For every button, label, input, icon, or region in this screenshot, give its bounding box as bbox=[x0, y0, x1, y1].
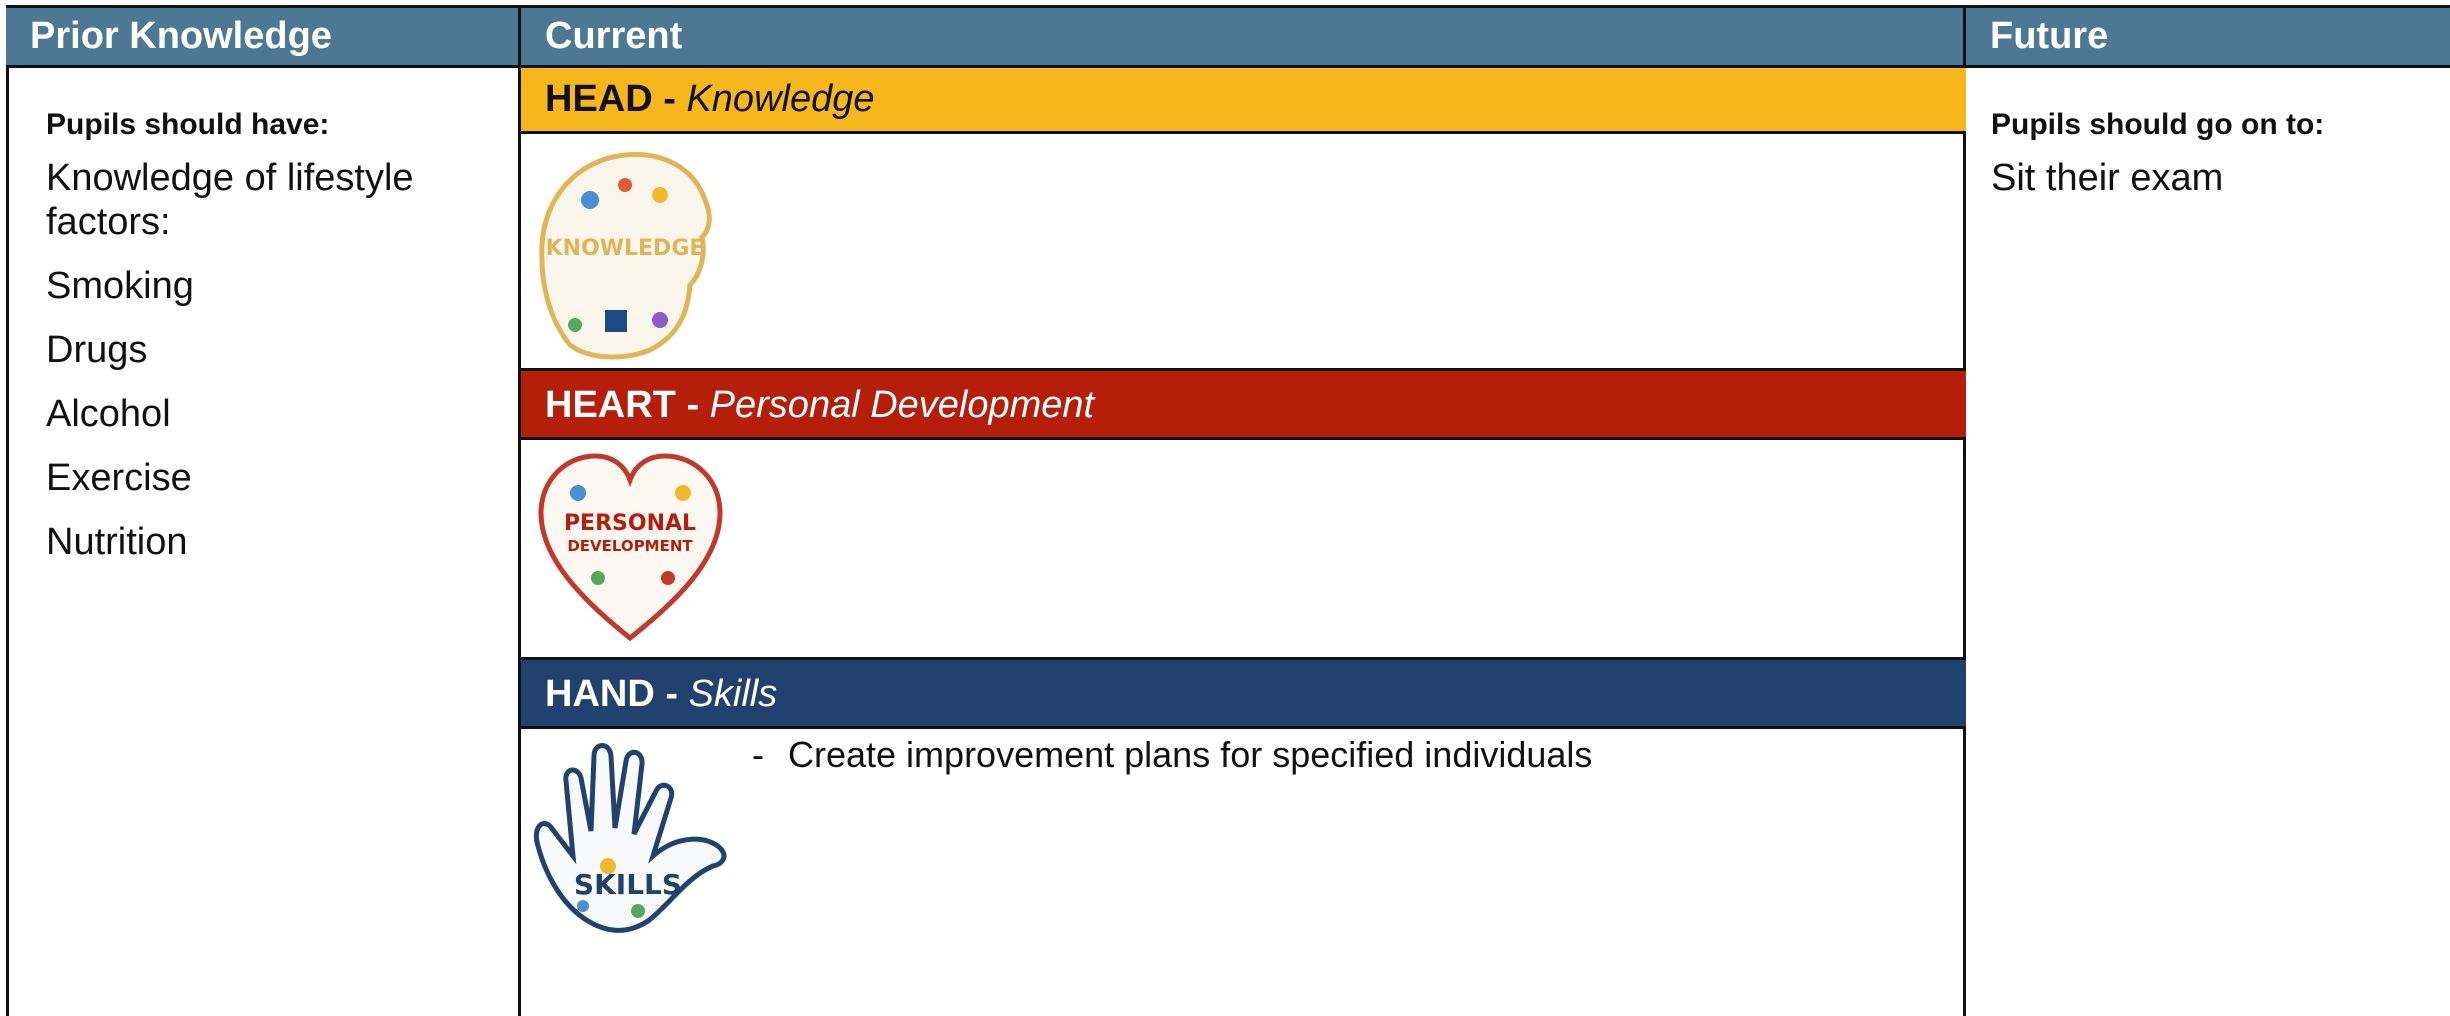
hand-band: HAND - Skills bbox=[521, 657, 1966, 729]
prior-item: Drugs bbox=[46, 329, 148, 371]
skills-bullet: - Create improvement plans for specified … bbox=[752, 733, 1592, 777]
heart-personal-development-icon: PERSONAL DEVELOPMENT bbox=[538, 453, 723, 642]
current-title: Current bbox=[545, 15, 683, 57]
head-sublabel: Knowledge bbox=[686, 78, 875, 120]
personal-image-text: PERSONAL bbox=[564, 511, 696, 536]
skills-image-text: SKILLS bbox=[574, 868, 682, 901]
bullet-dash: - bbox=[752, 734, 764, 775]
head-knowledge-icon: KNOWLEDGE bbox=[539, 151, 712, 360]
hand-label: HAND - bbox=[545, 673, 678, 715]
development-image-text: DEVELOPMENT bbox=[567, 537, 693, 555]
prior-item: Smoking bbox=[46, 265, 194, 307]
prior-subhead: Pupils should have: bbox=[46, 108, 330, 141]
knowledge-image-text: KNOWLEDGE bbox=[546, 236, 705, 261]
heart-label: HEART - bbox=[545, 384, 700, 426]
future-title: Future bbox=[1990, 15, 2109, 57]
prior-item: Nutrition bbox=[46, 521, 188, 563]
column-divider-left bbox=[518, 5, 521, 1016]
prior-knowledge-title: Prior Knowledge bbox=[30, 15, 332, 57]
head-label: HEAD - bbox=[545, 78, 676, 120]
future-item: Sit their exam bbox=[1991, 157, 2224, 199]
hand-sublabel: Skills bbox=[688, 673, 778, 715]
heart-sublabel: Personal Development bbox=[709, 384, 1095, 426]
prior-item: Knowledge of lifestyle factors: bbox=[46, 157, 414, 243]
future-column: Pupils should go on to: Sit their exam bbox=[1991, 108, 2431, 220]
prior-item: Alcohol bbox=[46, 393, 171, 435]
current-header: Current bbox=[521, 5, 1966, 68]
heart-band: HEART - Personal Development bbox=[521, 368, 1966, 440]
prior-item: Exercise bbox=[46, 457, 192, 499]
future-subhead: Pupils should go on to: bbox=[1991, 108, 2325, 141]
prior-knowledge-header: Prior Knowledge bbox=[6, 5, 521, 68]
prior-knowledge-column: Pupils should have: Knowledge of lifesty… bbox=[46, 108, 486, 584]
skills-bullet-text: Create improvement plans for specified i… bbox=[788, 734, 1593, 775]
future-header: Future bbox=[1966, 5, 2450, 68]
hand-skills-icon: SKILLS bbox=[533, 743, 727, 933]
column-divider-right bbox=[1963, 5, 1966, 1016]
head-band: HEAD - Knowledge bbox=[521, 68, 1966, 134]
